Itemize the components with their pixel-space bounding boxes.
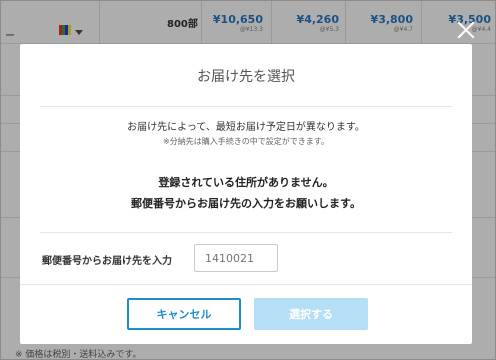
select-button[interactable]: 選択する bbox=[254, 298, 368, 330]
divider bbox=[20, 284, 472, 285]
zip-code-label: 郵便番号からお届け先を入力 bbox=[42, 256, 172, 267]
delivery-address-dialog: お届け先を選択 お届け先によって、最短お届け予定日が異なります。 ※分納先は購入… bbox=[20, 44, 472, 344]
zip-code-input[interactable] bbox=[194, 244, 278, 272]
delivery-info-text: お届け先によって、最短お届け予定日が異なります。 bbox=[127, 122, 365, 133]
divider bbox=[40, 106, 452, 107]
no-address-notice: 登録されている住所がありません。 bbox=[158, 176, 334, 189]
cancel-button[interactable]: キャンセル bbox=[127, 298, 241, 330]
divider bbox=[40, 232, 452, 233]
postal-code-request: 郵便番号からお届け先の入力をお願いします。 bbox=[131, 197, 361, 210]
close-icon[interactable] bbox=[452, 16, 480, 44]
split-delivery-note: ※分納先は購入手続きの中で設定ができます。 bbox=[163, 137, 329, 146]
dialog-title: お届け先を選択 bbox=[197, 69, 295, 85]
